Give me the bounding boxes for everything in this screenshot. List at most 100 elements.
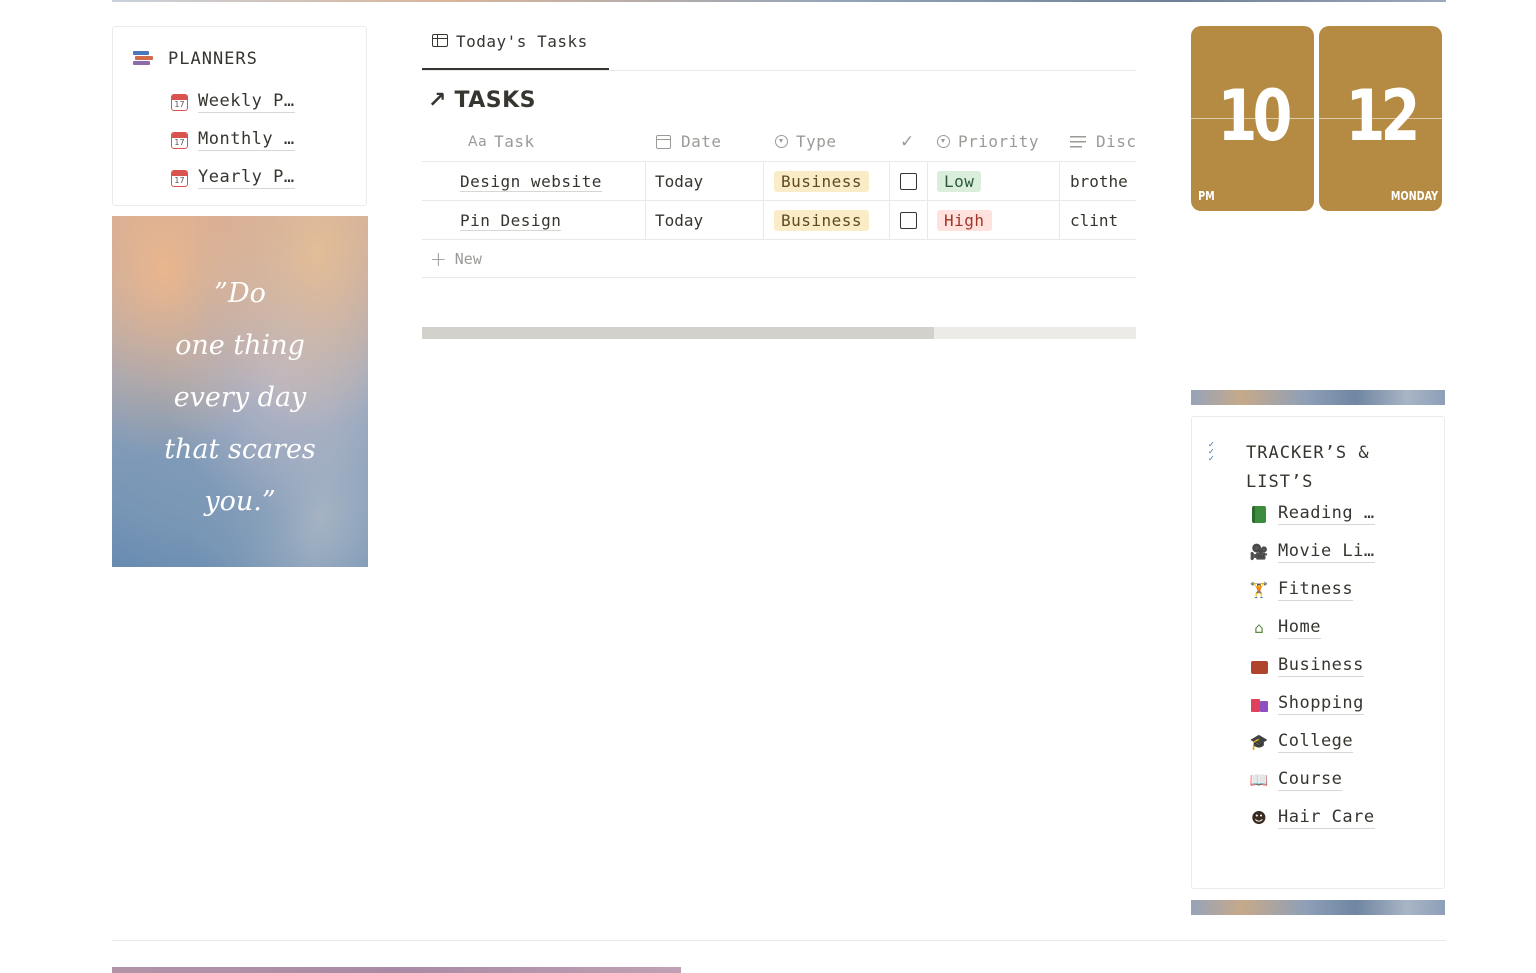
clock-minute-card: 12 MONDAY <box>1319 26 1442 211</box>
task-date-cell[interactable]: Today <box>655 162 703 201</box>
quote-line: that scares <box>164 434 316 465</box>
priority-tag: Low <box>937 171 982 192</box>
briefcase-icon <box>1250 657 1268 675</box>
planner-link-label[interactable]: Monthly … <box>198 129 295 151</box>
tracker-link-home[interactable]: ⌂ Home <box>1250 609 1375 647</box>
bottom-image-strip <box>112 967 681 973</box>
column-divider <box>1059 162 1060 240</box>
column-header-type[interactable]: Type <box>775 122 837 161</box>
task-title-cell[interactable]: Pin Design <box>460 201 562 240</box>
calendar-icon: 17 <box>171 131 188 149</box>
planners-card: PLANNERS 17 Weekly P… 17 Monthly … 17 Ye… <box>112 26 367 206</box>
tracker-link-reading[interactable]: Reading … <box>1250 495 1375 533</box>
tasks-title[interactable]: TASKS <box>454 88 536 113</box>
planner-link-label[interactable]: Yearly P… <box>198 167 295 189</box>
haircut-icon: ☻ <box>1251 809 1267 827</box>
tracker-link-label[interactable]: Business <box>1278 655 1364 677</box>
task-done-cell[interactable] <box>900 162 917 201</box>
open-book-icon: 📖 <box>1249 771 1269 789</box>
planners-title: PLANNERS <box>168 49 258 69</box>
planner-link-weekly[interactable]: 17 Weekly P… <box>171 83 295 121</box>
flip-divider <box>1319 118 1442 119</box>
tracker-list: Reading … 🎥 Movie Li… 🏋 Fitness ⌂ Home B… <box>1250 495 1375 837</box>
tracker-link-label[interactable]: Shopping <box>1278 693 1364 715</box>
quote-line: ”Do <box>214 278 266 309</box>
column-header-description[interactable]: Disc <box>1070 122 1136 161</box>
tracker-header: ✓ ✓ ✓ TRACKER’S & LIST’S <box>1208 439 1406 497</box>
task-title-cell[interactable]: Design website <box>460 162 602 201</box>
planner-link-label[interactable]: Weekly P… <box>198 91 295 113</box>
table-icon <box>432 34 448 47</box>
date-property-icon <box>656 134 671 149</box>
scrollbar-thumb[interactable] <box>422 327 934 339</box>
tracker-link-label[interactable]: Home <box>1278 617 1321 639</box>
house-icon: ⌂ <box>1254 619 1264 637</box>
tracker-link-label[interactable]: Course <box>1278 769 1343 791</box>
tracker-top-band <box>1191 390 1445 405</box>
graduation-cap-icon: 🎓 <box>1249 733 1269 751</box>
column-divider <box>645 162 646 240</box>
task-type-cell[interactable]: Business <box>774 201 870 240</box>
column-header-date[interactable]: Date <box>656 122 722 161</box>
green-book-icon <box>1250 505 1268 523</box>
row-divider <box>422 277 1136 278</box>
task-priority-cell[interactable]: High <box>937 201 992 240</box>
select-property-icon <box>937 135 950 148</box>
tracker-link-label[interactable]: Movie Li… <box>1278 541 1375 563</box>
tracker-link-business[interactable]: Business <box>1250 647 1375 685</box>
clock-minute: 12 <box>1345 75 1420 157</box>
priority-tag: High <box>937 210 992 231</box>
tasks-table: Aa Task Date Type ✓ Priority Disc Design… <box>422 122 1136 278</box>
tab-todays-tasks[interactable]: Today's Tasks <box>422 32 609 70</box>
tracker-link-label[interactable]: Hair Care <box>1278 807 1375 829</box>
type-tag: Business <box>774 210 870 231</box>
tracker-link-shopping[interactable]: Shopping <box>1250 685 1375 723</box>
task-done-cell[interactable] <box>900 201 917 240</box>
tracker-link-college[interactable]: 🎓 College <box>1250 723 1375 761</box>
task-type-cell[interactable]: Business <box>774 162 870 201</box>
type-tag: Business <box>774 171 870 192</box>
tracker-link-label[interactable]: Reading … <box>1278 503 1375 525</box>
select-property-icon <box>775 135 788 148</box>
column-divider <box>763 162 764 240</box>
planner-link-yearly[interactable]: 17 Yearly P… <box>171 159 295 197</box>
column-header-checkbox[interactable]: ✓ <box>900 122 915 161</box>
tracker-link-course[interactable]: 📖 Course <box>1250 761 1375 799</box>
text-lines-icon <box>1070 135 1086 148</box>
new-row-label: New <box>454 249 482 268</box>
new-row-button[interactable]: + New <box>430 239 482 278</box>
tracker-link-movie[interactable]: 🎥 Movie Li… <box>1250 533 1375 571</box>
tracker-link-label[interactable]: Fitness <box>1278 579 1354 601</box>
clock-hour: 10 <box>1217 75 1292 157</box>
text-property-icon: Aa <box>468 133 488 150</box>
planner-link-monthly[interactable]: 17 Monthly … <box>171 121 295 159</box>
clock-period: PM <box>1198 189 1215 203</box>
page-divider <box>112 940 1446 941</box>
column-header-task[interactable]: Aa Task <box>468 122 535 161</box>
checklist-icon: ✓ ✓ ✓ <box>1208 440 1215 463</box>
tracker-card: ✓ ✓ ✓ TRACKER’S & LIST’S Reading … 🎥 Movie… <box>1191 416 1445 889</box>
tasks-header[interactable]: ↗ TASKS <box>428 88 536 113</box>
horizontal-scrollbar[interactable] <box>422 327 1136 339</box>
column-header-priority[interactable]: Priority <box>937 122 1039 161</box>
tracker-link-hair-care[interactable]: ☻ Hair Care <box>1250 799 1375 837</box>
quote-line: every day <box>173 382 307 413</box>
task-checkbox[interactable] <box>900 212 917 229</box>
task-date-cell[interactable]: Today <box>655 201 703 240</box>
tracker-link-fitness[interactable]: 🏋 Fitness <box>1250 571 1375 609</box>
shopping-bags-icon <box>1250 695 1268 713</box>
top-cover-strip <box>112 0 1446 2</box>
planners-header: PLANNERS <box>133 49 258 69</box>
tracker-title: TRACKER’S & LIST’S <box>1246 443 1370 492</box>
tab-label: Today's Tasks <box>456 32 588 51</box>
task-checkbox[interactable] <box>900 173 917 190</box>
books-icon <box>133 50 153 68</box>
task-priority-cell[interactable]: Low <box>937 162 982 201</box>
movie-camera-icon: 🎥 <box>1249 543 1269 561</box>
flip-divider <box>1191 118 1314 119</box>
task-description-cell[interactable]: brothe <box>1070 162 1128 201</box>
quote-image: ”Do one thing every day that scares you.… <box>112 216 368 567</box>
tracker-link-label[interactable]: College <box>1278 731 1354 753</box>
clock-hour-card: 10 PM <box>1191 26 1314 211</box>
task-description-cell[interactable]: clint <box>1070 201 1118 240</box>
